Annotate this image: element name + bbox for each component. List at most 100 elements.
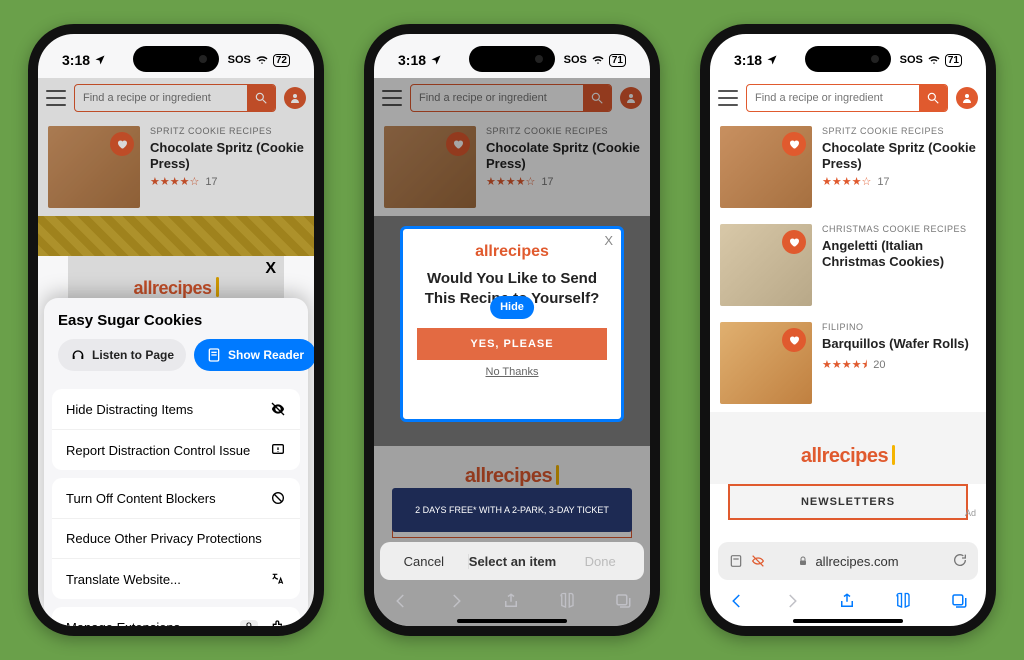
recipe-title: Chocolate Spritz (Cookie Press) xyxy=(822,140,976,171)
cancel-button[interactable]: Cancel xyxy=(380,554,469,569)
hide-distracting-items[interactable]: Hide Distracting Items xyxy=(52,389,300,430)
reader-icon xyxy=(206,347,222,363)
safari-toolbar xyxy=(710,584,986,618)
page-settings-icon[interactable] xyxy=(728,553,744,569)
person-icon xyxy=(961,92,973,104)
wifi-icon xyxy=(255,54,269,66)
search-input[interactable] xyxy=(747,92,919,104)
heart-icon xyxy=(788,236,800,248)
favorite-button[interactable] xyxy=(110,132,134,156)
back-icon[interactable] xyxy=(728,592,746,610)
recipe-category: SPRITZ COOKIE RECIPES xyxy=(822,126,976,136)
reload-icon xyxy=(952,552,968,568)
recipe-card[interactable]: SPRITZ COOKIE RECIPES Chocolate Spritz (… xyxy=(710,118,986,216)
newsletters-button[interactable]: NEWSLETTERS xyxy=(728,484,968,520)
domain-label: allrecipes.com xyxy=(815,554,898,569)
reload-button[interactable] xyxy=(952,552,968,571)
location-icon xyxy=(94,54,106,66)
menu-icon[interactable] xyxy=(718,90,738,106)
rating: ★★★★☆17 xyxy=(150,175,304,188)
location-icon xyxy=(766,54,778,66)
recipe-category: FILIPINO xyxy=(822,322,969,332)
recipe-title: Chocolate Spritz (Cookie Press) xyxy=(150,140,304,171)
selected-popup[interactable]: X allrecipes Would You Like to Send This… xyxy=(400,226,624,422)
bookmarks-icon[interactable] xyxy=(557,592,577,610)
profile-button[interactable] xyxy=(956,87,978,109)
battery-level: 71 xyxy=(609,54,626,67)
report-distraction-issue[interactable]: Report Distraction Control Issue xyxy=(52,430,300,470)
distraction-icon[interactable] xyxy=(750,553,766,569)
recipe-card[interactable]: CHRISTMAS COOKIE RECIPES Angeletti (Ital… xyxy=(710,216,986,314)
forward-icon xyxy=(783,592,801,610)
forward-icon[interactable] xyxy=(447,592,465,610)
favorite-button[interactable] xyxy=(782,328,806,352)
recipe-thumbnail xyxy=(48,126,140,208)
toolbar-title: Select an item xyxy=(469,554,557,569)
home-indicator xyxy=(793,619,903,623)
recipe-thumbnail xyxy=(720,322,812,404)
safari-toolbar xyxy=(374,584,650,618)
puzzle-icon xyxy=(270,619,286,626)
recipe-card[interactable]: FILIPINO Barquillos (Wafer Rolls) ★★★★⯨2… xyxy=(710,314,986,412)
search-button[interactable] xyxy=(919,84,947,112)
brand-logo: allrecipes xyxy=(133,274,218,299)
manage-extensions[interactable]: Manage Extensions 9 xyxy=(52,607,300,626)
yes-please-button[interactable]: YES, PLEASE xyxy=(417,328,607,360)
heart-icon xyxy=(788,138,800,150)
translate-website[interactable]: Translate Website... xyxy=(52,559,300,599)
sos-label: SOS xyxy=(900,54,923,66)
menu-group-1: Hide Distracting Items Report Distractio… xyxy=(52,389,300,470)
tabs-icon[interactable] xyxy=(950,592,968,610)
profile-button[interactable] xyxy=(284,87,306,109)
clock: 3:18 xyxy=(62,52,90,68)
hide-chip[interactable]: Hide xyxy=(490,296,534,319)
search-box[interactable] xyxy=(74,84,276,112)
no-thanks-link[interactable]: No Thanks xyxy=(486,366,539,378)
battery-level: 71 xyxy=(945,54,962,67)
safari-page: SPRITZ COOKIE RECIPES Chocolate Spritz (… xyxy=(710,78,986,626)
eye-slash-icon xyxy=(270,401,286,417)
phone-reader-sheet: 3:18 SOS 72 xyxy=(28,24,324,636)
popup-close[interactable]: X xyxy=(604,233,613,248)
recipe-thumbnail xyxy=(720,126,812,208)
menu-group-3: Manage Extensions 9 Noir xyxy=(52,607,300,626)
rating: ★★★★☆17 xyxy=(822,175,976,188)
back-icon[interactable] xyxy=(392,592,410,610)
share-icon[interactable] xyxy=(838,592,856,610)
person-icon xyxy=(289,92,301,104)
search-input[interactable] xyxy=(75,92,247,104)
search-icon xyxy=(926,91,940,105)
search-box[interactable] xyxy=(746,84,948,112)
show-reader-button[interactable]: Show Reader xyxy=(194,339,314,371)
address-bar[interactable]: allrecipes.com xyxy=(718,542,978,580)
favorite-button[interactable] xyxy=(782,132,806,156)
dynamic-island xyxy=(469,46,555,72)
heart-icon xyxy=(116,138,128,150)
recipe-card[interactable]: SPRITZ COOKIE RECIPES Chocolate Spritz (… xyxy=(38,118,314,216)
phone-clean-page: 3:18 SOS 71 SPRITZ COOKIE RECIPES Chocol… xyxy=(700,24,996,636)
listen-to-page-button[interactable]: Listen to Page xyxy=(58,339,186,371)
report-icon xyxy=(270,442,286,458)
translate-icon xyxy=(270,571,286,587)
sheet-title: Easy Sugar Cookies xyxy=(58,312,294,329)
dynamic-island xyxy=(805,46,891,72)
recipe-title: Barquillos (Wafer Rolls) xyxy=(822,336,969,352)
recipe-thumbnail xyxy=(720,224,812,306)
share-icon[interactable] xyxy=(502,592,520,610)
tabs-icon[interactable] xyxy=(614,592,632,610)
turn-off-content-blockers[interactable]: Turn Off Content Blockers xyxy=(52,478,300,519)
search-button[interactable] xyxy=(247,84,275,112)
favorite-button[interactable] xyxy=(782,230,806,254)
brand-logo: allrecipes xyxy=(801,442,895,468)
bookmarks-icon[interactable] xyxy=(893,592,913,610)
reduce-privacy-protections[interactable]: Reduce Other Privacy Protections xyxy=(52,519,300,559)
ad-banner[interactable]: 2 DAYS FREE* WITH A 2-PARK, 3-DAY TICKET xyxy=(392,488,632,532)
shield-off-icon xyxy=(270,490,286,506)
lock-icon xyxy=(797,555,809,567)
menu-icon[interactable] xyxy=(46,90,66,106)
recipe-title: Angeletti (Italian Christmas Cookies) xyxy=(822,238,976,269)
close-icon[interactable]: X xyxy=(265,260,276,278)
search-icon xyxy=(254,91,268,105)
popup-heading: Would You Like to Send This Recipe to Yo… xyxy=(417,269,607,310)
select-item-toolbar: Cancel Select an item Done xyxy=(380,542,644,580)
